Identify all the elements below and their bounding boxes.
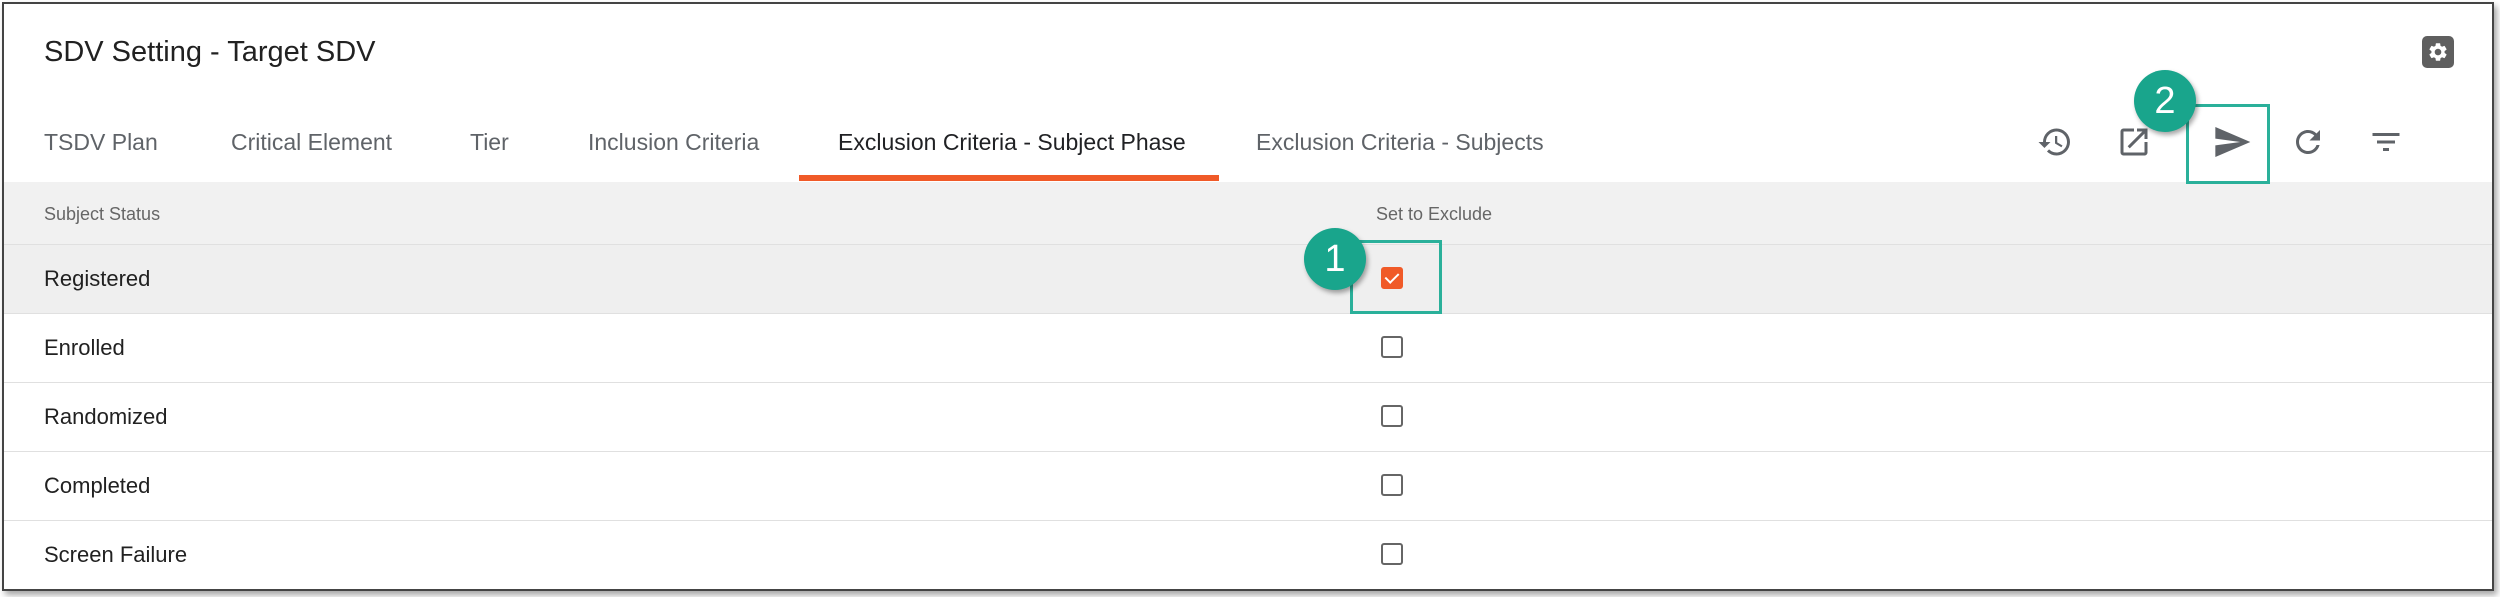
page-title: SDV Setting - Target SDV — [44, 36, 376, 68]
subject-status-label: Enrolled — [44, 335, 125, 360]
exclude-checkbox[interactable] — [1381, 474, 1403, 496]
table-row: Registered — [4, 245, 2492, 314]
subject-status-label: Screen Failure — [44, 542, 188, 567]
table-row: Completed — [4, 452, 2492, 521]
panel-header: SDV Setting - Target SDV — [4, 4, 2492, 103]
column-header-subject-status: Subject Status — [44, 204, 161, 224]
tab-exclusion-criteria-subjects[interactable]: Exclusion Criteria - Subjects — [1256, 102, 1544, 182]
tab-tsdv-plan[interactable]: TSDV Plan — [44, 102, 158, 182]
refresh-button[interactable] — [2284, 118, 2332, 166]
filter-icon — [2372, 133, 2400, 151]
history-button[interactable] — [2031, 118, 2079, 166]
exclude-checkbox[interactable] — [1381, 336, 1403, 358]
table-row: Randomized — [4, 383, 2492, 452]
tab-exclusion-criteria-subject-phase[interactable]: Exclusion Criteria - Subject Phase — [838, 102, 1186, 182]
column-header-set-to-exclude: Set to Exclude — [1376, 204, 1493, 224]
tab-bar: TSDV Plan Critical Element Tier Inclusio… — [4, 102, 2492, 183]
subject-status-label: Randomized — [44, 404, 168, 429]
open-external-icon — [2120, 128, 2148, 156]
refresh-icon — [2296, 130, 2320, 154]
tab-critical-element[interactable]: Critical Element — [231, 102, 392, 182]
sdv-setting-panel: SDV Setting - Target SDV TSDV Plan Criti… — [2, 2, 2494, 591]
subject-status-label: Completed — [44, 473, 151, 498]
table-header: Subject Status Set to Exclude — [4, 182, 2492, 245]
active-tab-indicator — [799, 175, 1219, 181]
exclude-checkbox[interactable] — [1381, 543, 1403, 565]
subject-status-label: Registered — [44, 266, 151, 291]
table-row: Enrolled — [4, 314, 2492, 383]
tab-tier[interactable]: Tier — [470, 102, 509, 182]
table-row: Screen Failure — [4, 521, 2492, 589]
gear-icon — [2429, 43, 2447, 61]
history-icon — [2038, 128, 2070, 156]
tab-inclusion-criteria[interactable]: Inclusion Criteria — [588, 102, 759, 182]
exclude-checkbox[interactable] — [1381, 405, 1403, 427]
callout-badge-1: 1 — [1304, 228, 1366, 290]
settings-button[interactable] — [2422, 36, 2454, 68]
callout-highlight-send — [2186, 104, 2270, 184]
filter-button[interactable] — [2362, 118, 2410, 166]
callout-badge-2: 2 — [2134, 70, 2196, 132]
